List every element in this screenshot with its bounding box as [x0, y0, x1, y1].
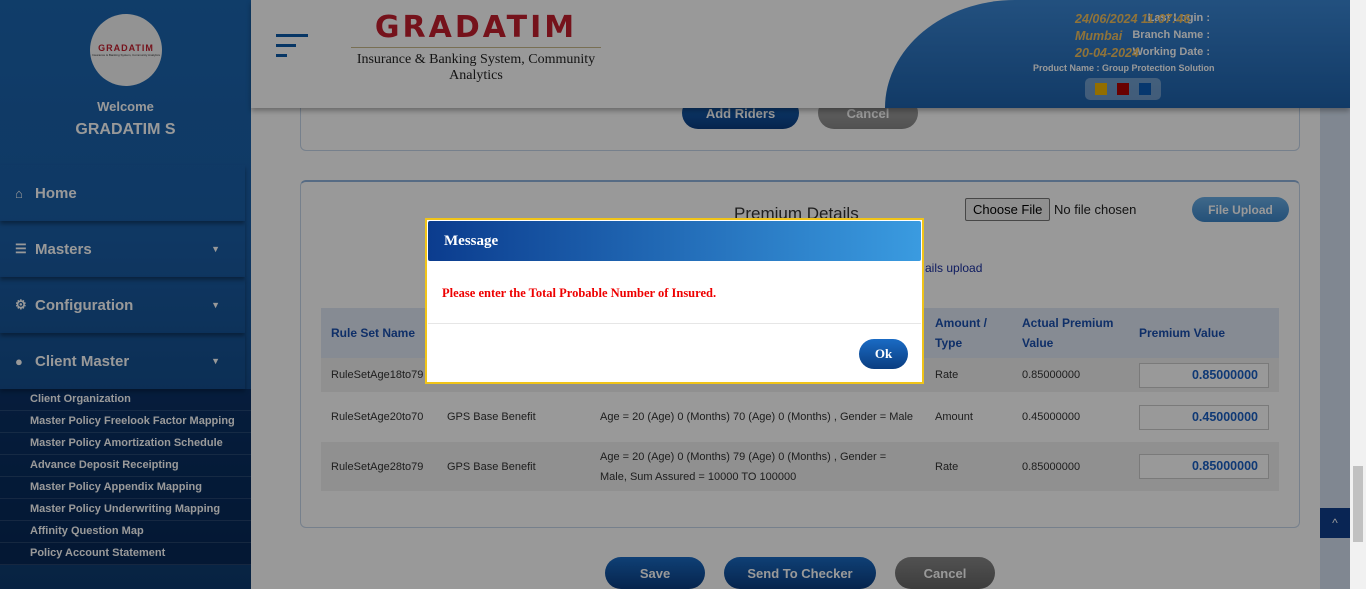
page-scrollbar[interactable] [1350, 0, 1366, 589]
ok-button[interactable]: Ok [859, 339, 908, 369]
dialog-title: Message [428, 221, 921, 261]
scrollbar-thumb[interactable] [1353, 466, 1363, 542]
dialog-divider [428, 323, 921, 324]
dialog-message: Please enter the Total Probable Number o… [442, 286, 717, 300]
message-dialog: Message Please enter the Total Probable … [425, 218, 924, 384]
